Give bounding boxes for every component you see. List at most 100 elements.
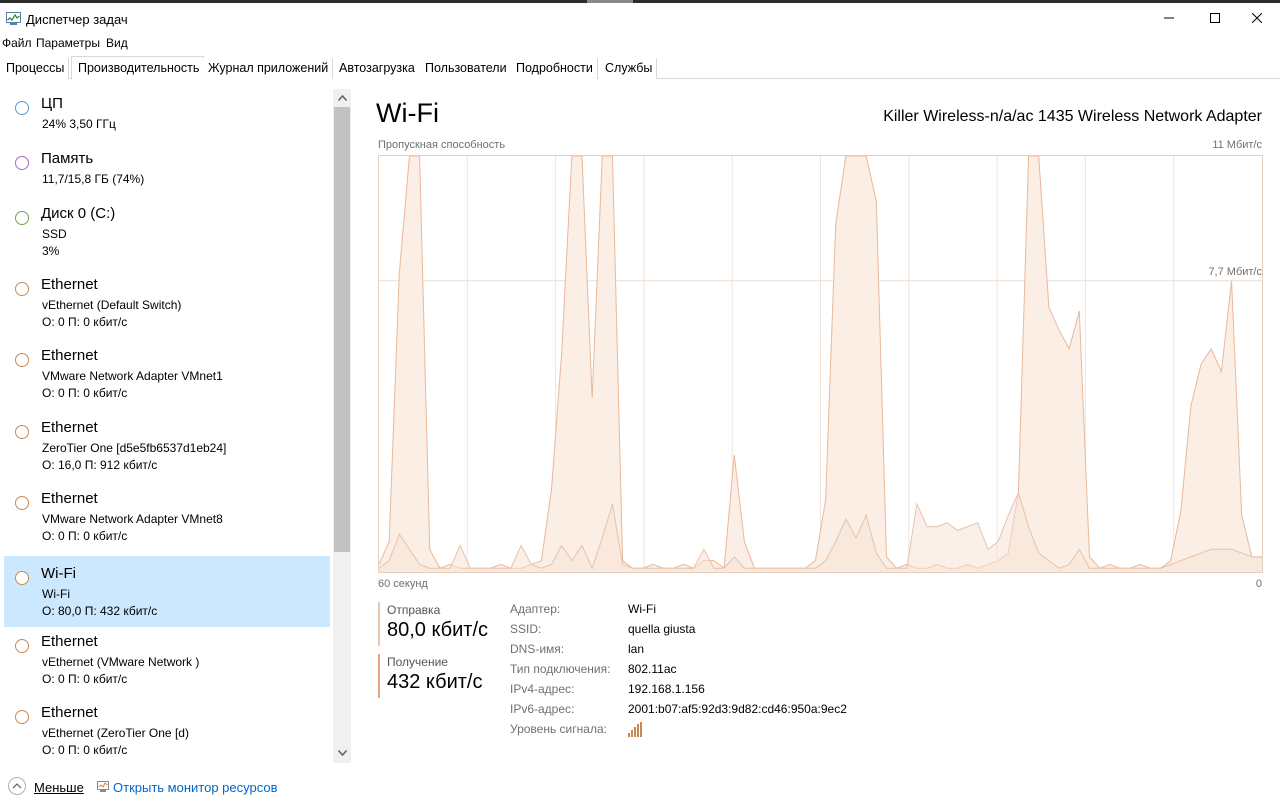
sidebar-item-disk[interactable]: Диск 0 (C:) SSD 3%: [4, 196, 330, 267]
scroll-down-button[interactable]: [333, 745, 351, 761]
sidebar-item-usage: О: 0 П: 0 кбит/с: [42, 672, 128, 686]
property-row: IPv6-адрес: 2001:b07:af5:92d3:9d82:cd46:…: [510, 702, 870, 722]
scroll-up-button[interactable]: [333, 90, 351, 106]
receive-stat: Получение 432 кбит/с: [378, 654, 498, 698]
sidebar-item-usage: О: 0 П: 0 кбит/с: [42, 386, 128, 400]
sidebar-item-ethernet[interactable]: Ethernet VMware Network Adapter VMnet1 О…: [4, 338, 330, 409]
sidebar-item-ethernet[interactable]: Ethernet vEthernet (Default Switch) О: 0…: [4, 267, 330, 338]
footer: Меньше Открыть монитор ресурсов: [0, 770, 1280, 807]
tab-services[interactable]: Службы: [599, 58, 658, 79]
close-button[interactable]: [1234, 3, 1280, 33]
network-indicator-icon: [15, 282, 29, 296]
sidebar-item-name: Ethernet: [41, 347, 98, 364]
network-indicator-icon: [15, 639, 29, 653]
network-indicator-icon: [15, 496, 29, 510]
network-indicator-icon: [15, 425, 29, 439]
sidebar-item-ethernet[interactable]: Ethernet vEthernet (ZeroTier One [d) О: …: [4, 695, 330, 766]
disk-indicator-icon: [15, 211, 29, 225]
task-manager-icon: [6, 12, 21, 25]
tab-startup[interactable]: Автозагрузка: [333, 58, 420, 79]
open-resource-monitor-link[interactable]: Открыть монитор ресурсов: [113, 780, 277, 795]
sidebar-item-detail: 24% 3,50 ГГц: [42, 117, 116, 131]
cpu-indicator-icon: [15, 101, 29, 115]
property-key: IPv6-адрес:: [510, 702, 575, 716]
sidebar-item-detail: 11,7/15,8 ГБ (74%): [42, 172, 145, 186]
send-value: 80,0 кбит/с: [387, 619, 489, 641]
menu-file[interactable]: Файл: [2, 36, 32, 50]
sidebar-item-detail: Wi-Fi: [42, 587, 70, 601]
tab-users[interactable]: Пользователи: [419, 58, 512, 79]
sidebar-item-detail: VMware Network Adapter VMnet1: [42, 369, 223, 383]
property-key: DNS-имя:: [510, 642, 565, 656]
sidebar-item-detail: vEthernet (VMware Network ): [42, 655, 200, 669]
property-value: Wi-Fi: [628, 602, 656, 616]
maximize-button[interactable]: [1192, 3, 1238, 33]
resource-monitor-icon: [97, 781, 109, 792]
property-row: SSID: quella giusta: [510, 622, 870, 642]
network-indicator-icon: [15, 353, 29, 367]
property-row: DNS-имя: lan: [510, 642, 870, 662]
property-value: quella giusta: [628, 622, 696, 636]
throughput-chart: [378, 155, 1263, 573]
tab-app-history[interactable]: Журнал приложений: [202, 58, 334, 79]
property-value: lan: [628, 642, 645, 656]
chart-max-label: 11 Мбит/с: [1212, 139, 1262, 151]
sidebar-item-name: Диск 0 (C:): [41, 205, 116, 222]
sidebar-item-name: Ethernet: [41, 704, 98, 721]
property-key: SSID:: [510, 622, 542, 636]
sidebar-item-name: Wi-Fi: [41, 565, 76, 582]
menu-bar: Файл Параметры Вид: [0, 34, 1280, 54]
tab-processes[interactable]: Процессы: [0, 58, 70, 79]
sidebar-item-ethernet[interactable]: Ethernet VMware Network Adapter VMnet8 О…: [4, 481, 330, 552]
property-key: IPv4-адрес:: [510, 682, 575, 696]
sidebar-item-wifi[interactable]: Wi-Fi Wi-Fi О: 80,0 П: 432 кбит/с: [4, 556, 330, 627]
sidebar-item-usage: О: 0 П: 0 кбит/с: [42, 743, 128, 757]
receive-value: 432 кбит/с: [387, 671, 483, 693]
scroll-thumb[interactable]: [334, 107, 350, 552]
title-bar[interactable]: Диспетчер задач: [0, 3, 1280, 33]
window-title: Диспетчер задач: [26, 12, 128, 27]
sidebar-item-detail: vEthernet (Default Switch): [42, 298, 182, 312]
time-right-label: 0: [1255, 578, 1262, 590]
sidebar-item-name: Ethernet: [41, 419, 98, 436]
signal-strength-icon: [628, 722, 642, 737]
sidebar-item-name: Ethernet: [41, 633, 98, 650]
sidebar-item-usage: О: 0 П: 0 кбит/с: [42, 315, 128, 329]
sidebar-item-detail: vEthernet (ZeroTier One [d): [42, 726, 189, 740]
sidebar-item-detail: SSD: [42, 227, 67, 241]
sidebar-item-name: Ethernet: [41, 276, 98, 293]
minimize-button[interactable]: [1146, 3, 1192, 33]
time-left-label: 60 секунд: [378, 578, 428, 590]
tab-strip: Процессы Производительность Журнал прило…: [0, 56, 1280, 80]
sidebar-item-usage: О: 16,0 П: 912 кбит/с: [42, 458, 158, 472]
page-title: Wi-Fi: [376, 98, 439, 128]
property-row: Адаптер: Wi-Fi: [510, 602, 870, 622]
receive-label: Получение: [387, 655, 448, 669]
sidebar-item-ethernet[interactable]: Ethernet ZeroTier One [d5e5fb6537d1eb24]…: [4, 410, 330, 481]
fewer-details-button[interactable]: Меньше: [34, 780, 84, 795]
property-row: Уровень сигнала:: [510, 722, 870, 742]
fewer-details-icon[interactable]: [8, 777, 26, 795]
throughput-label: Пропускная способность: [378, 139, 506, 151]
tab-performance[interactable]: Производительность: [71, 56, 205, 80]
adapter-name: Killer Wireless-n/a/ac 1435 Wireless Net…: [883, 108, 1262, 125]
chevron-down-icon: [337, 750, 347, 756]
property-value: 2001:b07:af5:92d3:9d82:cd46:950a:9ec2: [628, 702, 847, 716]
sidebar-scrollbar[interactable]: [333, 89, 351, 763]
property-value: 192.168.1.156: [628, 682, 705, 696]
chart-gridline-label: 7,7 Мбит/с: [1208, 266, 1262, 278]
menu-view[interactable]: Вид: [106, 36, 128, 50]
tab-details[interactable]: Подробности: [510, 58, 598, 79]
sidebar-item-detail: ZeroTier One [d5e5fb6537d1eb24]: [42, 441, 227, 455]
close-icon: [1252, 13, 1262, 23]
network-indicator-icon: [15, 710, 29, 724]
maximize-icon: [1210, 13, 1220, 23]
sidebar-item-name: Память: [41, 150, 94, 167]
sidebar-item-ethernet[interactable]: Ethernet vEthernet (VMware Network ) О: …: [4, 624, 330, 695]
memory-indicator-icon: [15, 156, 29, 170]
chevron-up-icon: [12, 783, 22, 789]
menu-options[interactable]: Параметры: [36, 36, 100, 50]
sidebar-item-name: ЦП: [41, 95, 63, 112]
property-row: IPv4-адрес: 192.168.1.156: [510, 682, 870, 702]
property-value: 802.11ac: [628, 662, 677, 676]
